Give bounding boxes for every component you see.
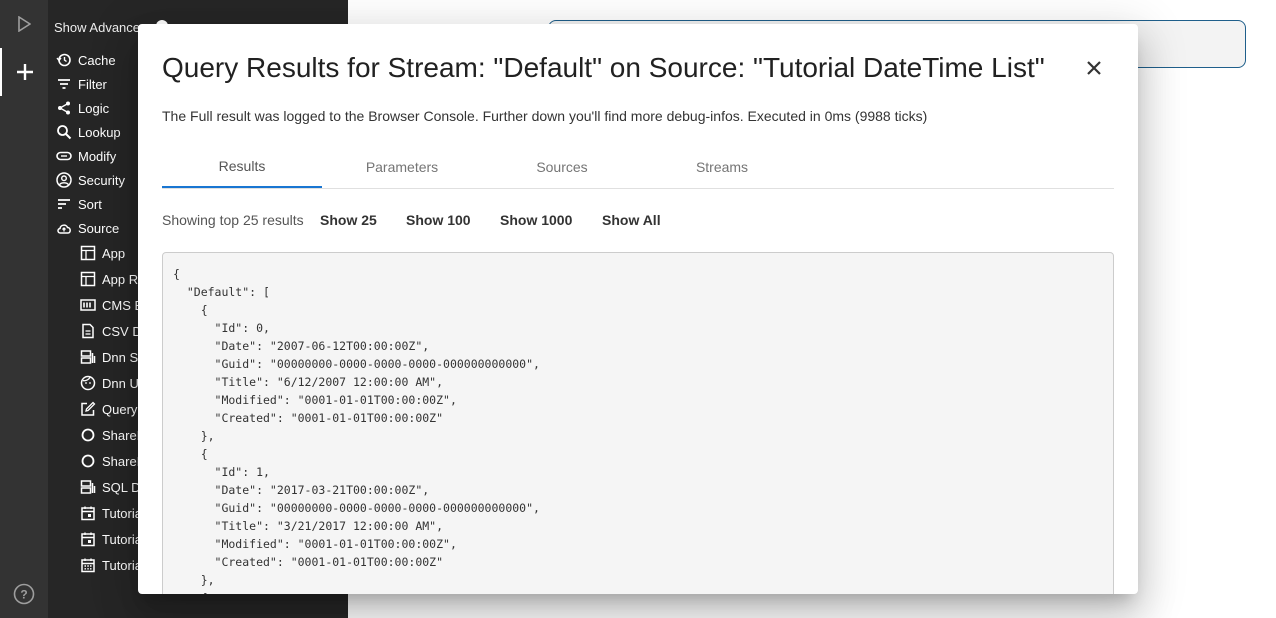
sidebar-item-label: Filter xyxy=(78,76,107,92)
sidebar-item-label: Sort xyxy=(78,196,102,212)
dialog-description: The Full result was logged to the Browse… xyxy=(162,108,928,124)
show-all-button[interactable]: Show All xyxy=(602,210,661,230)
pill-icon xyxy=(56,148,72,164)
calendar-month-icon xyxy=(80,557,96,573)
source-item-label: Tutoria xyxy=(102,531,142,547)
calendar-icon xyxy=(80,505,96,521)
source-item-app-roots[interactable]: App Ro xyxy=(80,267,145,291)
source-item-dnn-users[interactable]: Dnn Us xyxy=(80,371,145,395)
sidebar-item-label: Modify xyxy=(78,148,117,164)
search-icon xyxy=(56,124,72,140)
file-icon xyxy=(80,323,96,339)
account-circle-icon xyxy=(56,172,72,188)
source-item-tutorial-1[interactable]: Tutoria xyxy=(80,501,142,525)
showing-count-label: Showing top 25 results xyxy=(162,212,304,228)
filter-icon xyxy=(56,76,72,92)
database-icon xyxy=(80,479,96,495)
sidebar-item-label: Source xyxy=(78,220,120,236)
sidebar-item-cache[interactable]: Cache xyxy=(56,49,116,71)
view-list-icon xyxy=(80,297,96,313)
tab-streams[interactable]: Streams xyxy=(642,146,802,187)
sidebar-item-filter[interactable]: Filter xyxy=(56,73,107,95)
show-25-button[interactable]: Show 25 xyxy=(320,210,377,230)
query-results-dialog: Query Results for Stream: "Default" on S… xyxy=(138,24,1138,594)
sidebar-item-lookup[interactable]: Lookup xyxy=(56,121,121,143)
close-button[interactable] xyxy=(1082,56,1106,80)
tab-sources[interactable]: Sources xyxy=(482,146,642,187)
history-icon xyxy=(56,52,72,68)
source-item-tutorial-3[interactable]: Tutoria xyxy=(80,553,142,577)
tab-parameters[interactable]: Parameters xyxy=(322,146,482,187)
sidebar-item-label: Cache xyxy=(78,52,116,68)
icon-rail: ? xyxy=(0,0,48,618)
table-icon xyxy=(80,245,96,261)
play-icon[interactable] xyxy=(0,0,48,48)
calendar-icon xyxy=(80,531,96,547)
source-item-tutorial-2[interactable]: Tutoria xyxy=(80,527,142,551)
database-icon xyxy=(80,349,96,365)
help-icon[interactable]: ? xyxy=(0,570,48,618)
tab-results[interactable]: Results xyxy=(162,146,322,188)
sidebar-item-label: Lookup xyxy=(78,124,121,140)
add-icon[interactable] xyxy=(0,48,48,96)
sort-icon xyxy=(56,196,72,212)
tab-bar: Results Parameters Sources Streams xyxy=(162,146,1114,189)
sidebar-item-label: Logic xyxy=(78,100,110,116)
source-item-cms-blocks[interactable]: CMS B xyxy=(80,293,143,317)
sidebar-item-sort[interactable]: Sort xyxy=(56,193,102,215)
source-item-label: App xyxy=(102,245,126,261)
source-item-sharepoint-2[interactable]: ShareP xyxy=(80,449,145,473)
json-result-text: { "Default": [ { "Id": 0, "Date": "2007-… xyxy=(173,267,540,594)
cloud-upload-icon xyxy=(56,220,72,236)
sidebar-item-label: Security xyxy=(78,172,125,188)
source-item-label: Query xyxy=(102,401,138,417)
sidebar-item-logic[interactable]: Logic xyxy=(56,97,109,119)
share-icon xyxy=(56,100,72,116)
dialog-title: Query Results for Stream: "Default" on S… xyxy=(162,52,1045,83)
face-icon xyxy=(80,375,96,391)
source-item-sharepoint-1[interactable]: ShareP xyxy=(80,423,145,447)
source-item-query[interactable]: Query xyxy=(80,397,137,421)
source-item-app[interactable]: App xyxy=(80,241,125,265)
table-icon xyxy=(80,271,96,287)
show-advanced-label: Show Advance xyxy=(54,20,141,35)
sidebar-item-security[interactable]: Security xyxy=(56,169,125,191)
edit-icon xyxy=(80,401,96,417)
svg-text:?: ? xyxy=(20,588,27,602)
source-item-label: CMS B xyxy=(102,297,144,313)
show-1000-button[interactable]: Show 1000 xyxy=(500,210,572,230)
circle-icon xyxy=(80,453,96,469)
close-icon xyxy=(1087,61,1101,75)
json-result-panel[interactable]: { "Default": [ { "Id": 0, "Date": "2007-… xyxy=(162,252,1114,594)
sidebar-item-modify[interactable]: Modify xyxy=(56,145,116,167)
source-item-label: Tutoria xyxy=(102,505,142,521)
sidebar-item-source[interactable]: Source xyxy=(56,217,119,239)
source-item-label: Tutoria xyxy=(102,557,142,573)
show-100-button[interactable]: Show 100 xyxy=(406,210,471,230)
circle-icon xyxy=(80,427,96,443)
